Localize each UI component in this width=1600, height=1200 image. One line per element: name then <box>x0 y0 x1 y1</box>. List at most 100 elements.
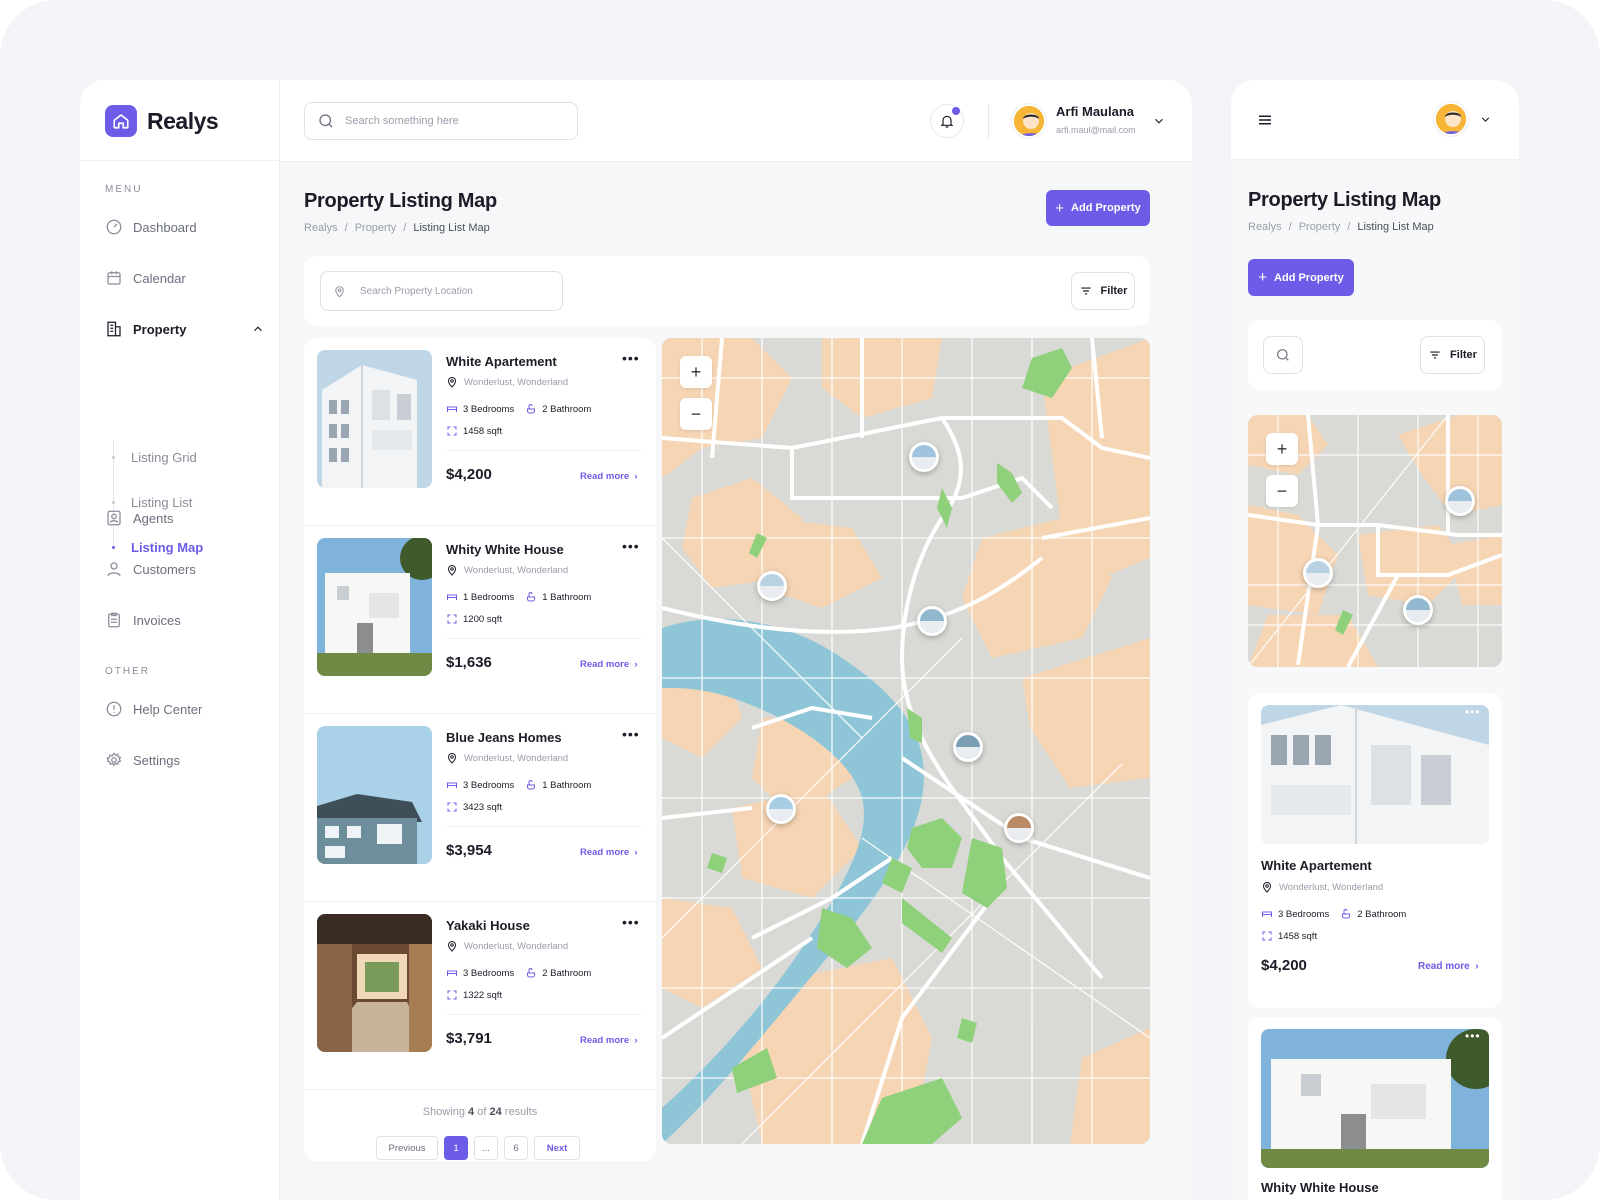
more-options-icon[interactable]: ••• <box>622 914 640 930</box>
global-search[interactable] <box>304 102 578 140</box>
filter-button[interactable]: Filter <box>1420 336 1485 374</box>
map-marker[interactable] <box>1004 813 1034 843</box>
location-pin-icon <box>447 377 457 388</box>
add-property-button[interactable]: + Add Property <box>1046 190 1150 226</box>
area-icon <box>447 802 457 812</box>
zoom-in-button[interactable]: + <box>680 356 712 388</box>
mobile-map[interactable]: + − <box>1248 415 1502 667</box>
breadcrumb-separator: / <box>1288 221 1292 233</box>
map-marker[interactable] <box>766 794 796 824</box>
property-price: $3,791 <box>446 1030 492 1047</box>
breadcrumb-link[interactable]: Property <box>1299 221 1341 233</box>
more-options-icon[interactable]: ••• <box>1465 1029 1481 1043</box>
sidebar-subitem-listing-map[interactable]: Listing Map <box>112 537 203 557</box>
search-button[interactable] <box>1263 336 1303 374</box>
read-more-link[interactable]: Read more › <box>580 1035 638 1046</box>
previous-page-button[interactable]: Previous <box>376 1136 438 1160</box>
sidebar-item-label: Dashboard <box>133 219 197 235</box>
read-more-link[interactable]: Read more › <box>580 847 638 858</box>
map-marker[interactable] <box>917 606 947 636</box>
property-title[interactable]: White Apartement <box>446 354 557 369</box>
sidebar-item-agents[interactable]: Agents <box>105 507 265 529</box>
bath-icon <box>527 592 536 602</box>
more-options-icon[interactable]: ••• <box>1465 705 1481 719</box>
breadcrumb-link[interactable]: Realys <box>1248 221 1282 233</box>
showing-prefix: Showing <box>422 1106 465 1118</box>
bed-icon <box>1262 911 1272 917</box>
sidebar-item-settings[interactable]: Settings <box>105 749 265 771</box>
zoom-out-button[interactable]: − <box>680 398 712 430</box>
map-marker[interactable] <box>953 732 983 762</box>
search-input[interactable] <box>345 115 545 127</box>
list-item[interactable]: White Apartement ••• Wonderlust, Wonderl… <box>304 338 656 526</box>
list-item[interactable]: Whity White House ••• Wonderlust, Wonder… <box>304 526 656 714</box>
zoom-out-button[interactable]: − <box>1266 475 1298 507</box>
bedrooms-count: 3 Bedrooms <box>1278 908 1330 920</box>
property-title[interactable]: White Apartement <box>1261 858 1372 873</box>
chevron-down-icon[interactable] <box>1152 114 1166 128</box>
map-marker[interactable] <box>1303 558 1333 588</box>
read-more-link[interactable]: Read more › <box>1418 961 1479 972</box>
list-item[interactable]: Blue Jeans Homes ••• Wonderlust, Wonderl… <box>304 714 656 902</box>
total-count: 24 <box>489 1106 502 1118</box>
breadcrumb-link[interactable]: Property <box>355 222 397 234</box>
list-item[interactable]: Yakaki House ••• Wonderlust, Wonderland … <box>304 902 656 1090</box>
page-button-last[interactable]: 6 <box>504 1136 528 1160</box>
map-marker[interactable] <box>1403 595 1433 625</box>
property-title[interactable]: Whity White House <box>1261 1180 1379 1195</box>
more-options-icon[interactable]: ••• <box>622 350 640 366</box>
property-title[interactable]: Yakaki House <box>446 918 530 933</box>
map-marker[interactable] <box>909 442 939 472</box>
page-button-current[interactable]: 1 <box>444 1136 468 1160</box>
location-search[interactable]: Search Property Location <box>320 271 563 311</box>
property-area: 1322 sqft <box>446 989 502 1001</box>
sidebar-subitem-listing-grid[interactable]: Listing Grid <box>112 447 197 467</box>
filter-button[interactable]: Filter <box>1071 272 1135 310</box>
property-title[interactable]: Whity White House <box>446 542 564 557</box>
sidebar-item-customers[interactable]: Customers <box>105 558 265 580</box>
chevron-down-icon[interactable] <box>1479 113 1492 126</box>
canvas-background: Realys MENU Dashboard Calendar Property … <box>0 0 1600 1200</box>
chevron-up-icon[interactable] <box>251 322 265 336</box>
page-title: Property Listing Map <box>304 190 497 212</box>
more-options-icon[interactable]: ••• <box>622 726 640 742</box>
hamburger-menu-icon[interactable] <box>1256 111 1274 129</box>
location-pin-icon <box>335 285 344 298</box>
user-name: Arfi Maulana <box>1056 104 1135 119</box>
sidebar-item-calendar[interactable]: Calendar <box>105 267 265 289</box>
property-features: 3 Bedrooms 2 Bathroom <box>446 403 591 415</box>
bath-icon <box>1342 909 1351 919</box>
list-item[interactable]: ••• White Apartement Wonderlust, Wonderl… <box>1248 693 1502 1008</box>
zoom-in-button[interactable]: + <box>1266 433 1298 465</box>
bedrooms-count: 3 Bedrooms <box>463 779 515 791</box>
sidebar-item-property[interactable]: Property <box>105 318 265 340</box>
results-suffix: results <box>504 1106 538 1118</box>
breadcrumb-link[interactable]: Realys <box>304 222 338 234</box>
card-divider <box>446 638 641 639</box>
property-map[interactable]: + − <box>662 338 1150 1144</box>
sidebar-item-invoices[interactable]: Invoices <box>105 609 265 631</box>
add-property-button[interactable]: + Add Property <box>1248 259 1354 296</box>
sidebar-item-label: Help Center <box>133 701 203 717</box>
card-divider <box>446 826 641 827</box>
next-page-button[interactable]: Next <box>534 1136 580 1160</box>
read-more-link[interactable]: Read more › <box>580 471 638 482</box>
property-title[interactable]: Blue Jeans Homes <box>446 730 562 745</box>
more-options-icon[interactable]: ••• <box>622 538 640 554</box>
property-price: $4,200 <box>1261 957 1307 974</box>
read-more-link[interactable]: Read more › <box>580 659 638 670</box>
avatar[interactable] <box>1012 104 1046 138</box>
bed-icon <box>447 782 457 788</box>
sidebar-item-label: Calendar <box>133 270 186 286</box>
chevron-right-icon: › <box>1475 961 1479 972</box>
plus-icon: + <box>1258 269 1268 286</box>
notification-button[interactable] <box>930 104 964 138</box>
app-logo[interactable]: Realys <box>105 105 285 137</box>
sidebar-item-help-center[interactable]: Help Center <box>105 698 265 720</box>
chevron-right-icon: › <box>634 847 638 858</box>
map-marker[interactable] <box>1445 486 1475 516</box>
list-item[interactable]: ••• Whity White House <box>1248 1017 1502 1200</box>
map-marker[interactable] <box>757 571 787 601</box>
sidebar-item-dashboard[interactable]: Dashboard <box>105 216 265 238</box>
avatar[interactable] <box>1434 102 1468 136</box>
